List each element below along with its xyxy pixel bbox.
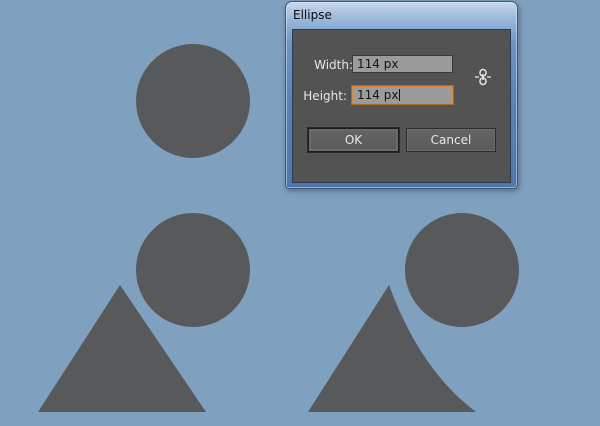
- circle-bottom-right[interactable]: [405, 213, 519, 327]
- circle-bottom-left[interactable]: [136, 213, 250, 327]
- height-input-value: 114 px: [357, 88, 399, 102]
- text-caret: [399, 89, 401, 101]
- width-input[interactable]: 114 px: [352, 55, 453, 73]
- cancel-button[interactable]: Cancel: [406, 128, 496, 152]
- width-label: Width:: [314, 58, 353, 72]
- ok-button[interactable]: OK: [308, 128, 399, 152]
- dialog-body: Width: 114 px Height: 114 px OK Cancel: [292, 29, 511, 183]
- dialog-title: Ellipse: [293, 8, 332, 22]
- height-input[interactable]: 114 px: [352, 86, 453, 104]
- link-icon[interactable]: [474, 68, 492, 86]
- ellipse-dialog: Ellipse Width: 114 px Height: 114 px OK …: [285, 1, 518, 189]
- circle-top[interactable]: [136, 44, 250, 158]
- height-label: Height:: [303, 89, 347, 103]
